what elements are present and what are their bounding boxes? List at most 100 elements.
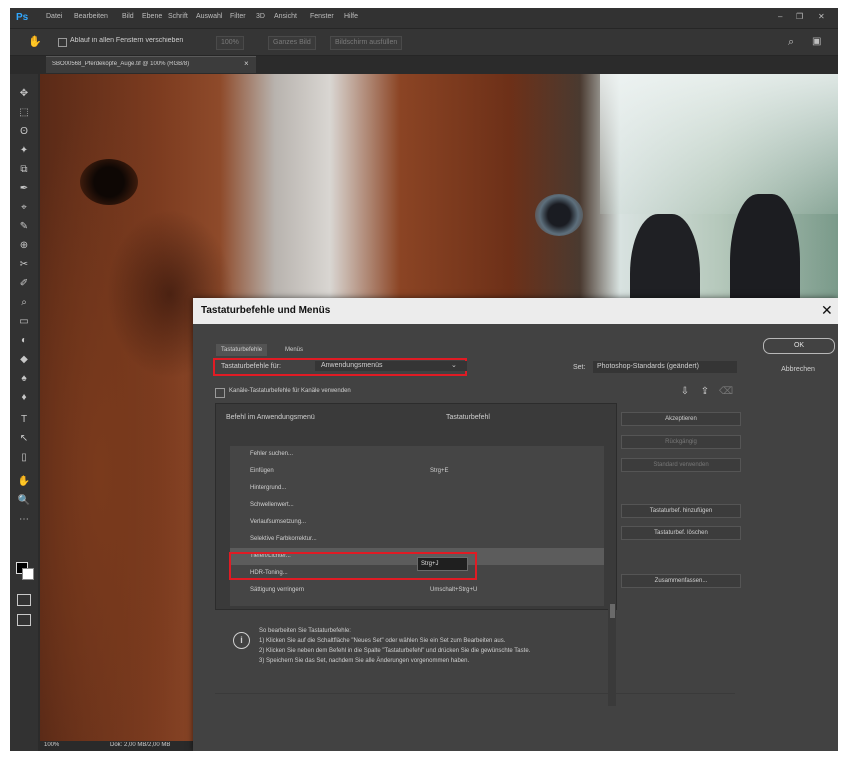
status-bar: 100% Dok: 2,00 MB/2,00 MB xyxy=(40,741,200,751)
dialog-close-icon[interactable]: ✕ xyxy=(821,302,833,318)
photo-horse-eye-right xyxy=(535,194,583,236)
row-command: Schwellenwert... xyxy=(250,502,294,508)
eraser-tool-icon[interactable]: ✐ xyxy=(17,278,31,289)
menu-datei[interactable]: Datei xyxy=(46,13,62,20)
gradient-tool-icon[interactable]: ⌕ xyxy=(17,297,31,308)
cancel-button[interactable]: Abbrechen xyxy=(763,366,833,373)
blur-tool-icon[interactable]: ▭ xyxy=(17,316,31,327)
accept-button[interactable]: Akzeptieren xyxy=(621,412,741,426)
summarize-button[interactable]: Zusammenfassen... xyxy=(621,574,741,588)
healing-tool-icon[interactable]: ⌖ xyxy=(17,202,31,213)
fit-screen-button[interactable]: Ganzes Bild xyxy=(268,36,316,50)
ok-button[interactable]: OK xyxy=(763,338,835,354)
more-tools-icon[interactable]: ⋯ xyxy=(17,514,31,525)
photo-background-light xyxy=(600,74,838,214)
menu-auswahl[interactable]: Auswahl xyxy=(196,13,222,20)
shortcuts-for-label: Tastaturbefehle für: xyxy=(221,363,281,370)
row-command: Sättigung verringern xyxy=(250,587,305,593)
dialog-title-bar: Tastaturbefehle und Menüs ✕ xyxy=(193,298,838,324)
scroll-all-windows-label: Ablauf in allen Fenstern verschieben xyxy=(70,37,184,44)
document-tab-close-icon[interactable]: × xyxy=(244,59,249,68)
add-shortcut-button[interactable]: Tastaturbef. hinzufügen xyxy=(621,504,741,518)
scroll-all-windows-checkbox[interactable] xyxy=(58,38,67,47)
table-row[interactable]: Selektive Farbkorrektur... xyxy=(230,531,604,548)
screen-mode-icon[interactable] xyxy=(17,614,31,626)
quick-select-tool-icon[interactable]: ✦ xyxy=(17,145,31,156)
undo-button[interactable]: Rückgängig xyxy=(621,435,741,449)
delete-shortcut-button[interactable]: Tastaturbef. löschen xyxy=(621,526,741,540)
marquee-tool-icon[interactable]: ⬚ xyxy=(17,107,31,118)
search-icon[interactable]: ⌕ xyxy=(788,35,802,49)
crop-tool-icon[interactable]: ⧉ xyxy=(17,164,31,175)
background-color-swatch[interactable] xyxy=(22,568,34,580)
save-set-icon[interactable]: ⇩ xyxy=(679,386,691,398)
fill-screen-button[interactable]: Bildschirm ausfüllen xyxy=(330,36,403,50)
shortcuts-for-dropdown[interactable]: Anwendungsmenüs xyxy=(315,361,467,371)
table-row[interactable]: Schwellenwert... xyxy=(230,497,604,514)
ps-logo-icon: Ps xyxy=(16,12,29,23)
type-tool-icon[interactable]: T xyxy=(17,414,31,425)
quick-mask-icon[interactable] xyxy=(17,594,31,606)
chevron-down-icon: ⌄ xyxy=(451,362,457,369)
workspace-icon[interactable]: ▣ xyxy=(812,35,826,49)
table-row[interactable]: Fehler suchen... xyxy=(230,446,604,463)
photoshop-window: Ps Datei Bearbeiten Bild Ebene Schrift A… xyxy=(10,8,838,751)
dodge-tool-icon[interactable]: ◐ xyxy=(17,335,31,346)
zoom-level[interactable]: 100% xyxy=(44,742,59,748)
menu-ebene[interactable]: Ebene xyxy=(142,13,162,20)
path-select-tool-icon[interactable]: ↖ xyxy=(17,433,31,444)
menu-bearbeiten[interactable]: Bearbeiten xyxy=(74,13,108,20)
menu-ansicht[interactable]: Ansicht xyxy=(274,13,297,20)
eyedropper-tool-icon[interactable]: ✒ xyxy=(17,183,31,194)
photo-horse-eye-left xyxy=(80,159,138,205)
row-command: Selektive Farbkorrektur... xyxy=(250,536,317,542)
set-label: Set: xyxy=(573,364,586,371)
legacy-channel-shortcuts-label: Kanäle-Tastaturbefehle für Kanäle verwen… xyxy=(229,388,351,394)
tab-menus[interactable]: Menüs xyxy=(280,344,308,356)
zoom-tool-icon[interactable]: 🔍 xyxy=(17,495,31,506)
minimize-icon[interactable]: – xyxy=(778,12,782,21)
hand-tool-icon[interactable]: ✋ xyxy=(17,476,31,487)
info-text-heading: So bearbeiten Sie Tastaturbefehle: xyxy=(259,628,351,634)
lasso-tool-icon[interactable]: ʘ xyxy=(17,126,31,137)
menu-fenster[interactable]: Fenster xyxy=(310,13,334,20)
legacy-channel-shortcuts-checkbox[interactable] xyxy=(215,388,225,398)
set-dropdown[interactable]: Photoshop-Standards (geändert) xyxy=(593,361,737,373)
shortcut-input-field[interactable]: Strg+J xyxy=(417,557,468,571)
tab-keyboard-shortcuts[interactable]: Tastaturbefehle xyxy=(216,344,268,356)
delete-set-icon[interactable]: ⌫ xyxy=(719,386,733,398)
menu-3d[interactable]: 3D xyxy=(256,13,265,20)
shape-tool-icon-a[interactable]: ♠ xyxy=(17,373,31,384)
keyboard-shortcuts-dialog: Tastaturbefehle und Menüs ✕ Tastaturbefe… xyxy=(193,298,838,751)
brush-tool-icon[interactable]: ✎ xyxy=(17,221,31,232)
use-default-button[interactable]: Standard verwenden xyxy=(621,458,741,472)
row-shortcut: Strg+E xyxy=(430,468,449,474)
shape-tool-icon-b[interactable]: ♦ xyxy=(17,392,31,403)
menu-filter[interactable]: Filter xyxy=(230,13,246,20)
rectangle-tool-icon[interactable]: ▯ xyxy=(17,452,31,463)
zoom-100-button[interactable]: 100% xyxy=(216,36,244,50)
info-text-step-1: 1) Klicken Sie auf die Schaltfläche "Neu… xyxy=(259,638,506,644)
info-icon: i xyxy=(233,632,250,649)
new-set-icon[interactable]: ⇪ xyxy=(699,386,711,398)
scrollbar-thumb[interactable] xyxy=(610,604,615,618)
history-brush-tool-icon[interactable]: ✂ xyxy=(17,259,31,270)
options-bar: ✋ Ablauf in allen Fenstern verschieben 1… xyxy=(10,28,838,56)
table-row[interactable]: Hintergrund... xyxy=(230,480,604,497)
table-row[interactable]: Verlaufsumsetzung... xyxy=(230,514,604,531)
restore-icon[interactable]: ❐ xyxy=(796,12,803,21)
table-row[interactable]: Sättigung verringern Umschalt+Strg+U xyxy=(230,582,604,599)
move-tool-icon[interactable]: ✥ xyxy=(17,88,31,99)
document-tab[interactable]: SBO00568_Pferdeköpfe_Auge.tif @ 100% (RG… xyxy=(46,56,256,73)
hand-tool-icon[interactable]: ✋ xyxy=(28,35,42,49)
document-info: Dok: 2,00 MB/2,00 MB xyxy=(110,742,171,748)
table-row[interactable]: Einfügen Strg+E xyxy=(230,463,604,480)
menu-bild[interactable]: Bild xyxy=(122,13,134,20)
close-window-icon[interactable]: ✕ xyxy=(818,12,825,21)
info-text-step-2: 2) Klicken Sie neben dem Befehl in die S… xyxy=(259,648,531,654)
pen-tool-icon[interactable]: ◆ xyxy=(17,354,31,365)
clone-stamp-tool-icon[interactable]: ⊕ xyxy=(17,240,31,251)
menu-schrift[interactable]: Schrift xyxy=(168,13,188,20)
menu-hilfe[interactable]: Hilfe xyxy=(344,13,358,20)
shortcuts-list-scrollbar[interactable] xyxy=(608,554,616,706)
